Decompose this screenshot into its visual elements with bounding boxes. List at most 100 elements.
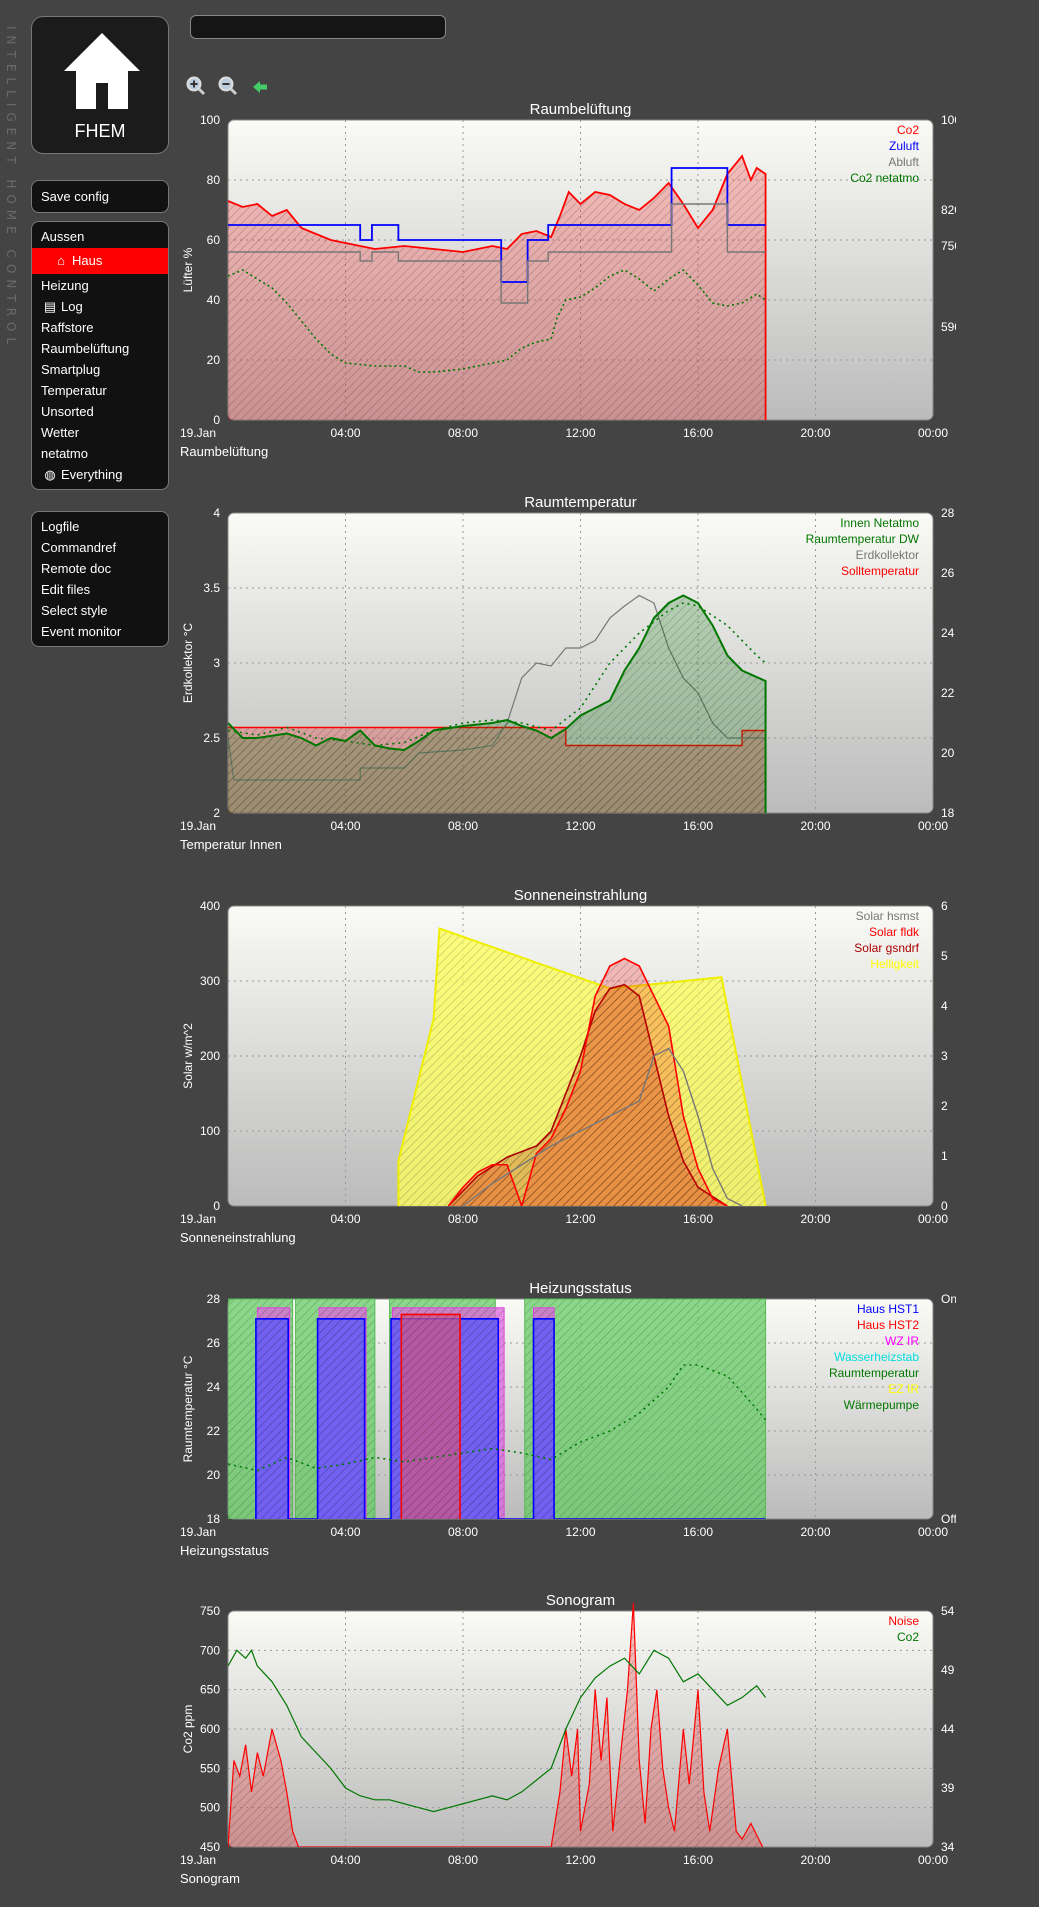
y-tick-label: 28 (207, 1292, 221, 1306)
legend-item[interactable]: Solltemperatur (841, 564, 919, 578)
x-tick-label: 04:00 (330, 1212, 360, 1226)
chart-caption-link[interactable]: Sonneneinstrahlung (180, 1230, 296, 1245)
legend-item[interactable]: WZ IR (885, 1334, 919, 1348)
zoom-toolbar (186, 76, 277, 98)
room-label: Raumbelüftung (41, 341, 130, 356)
room-item-netatmo[interactable]: netatmo (32, 443, 168, 464)
legend-item[interactable]: Helligkeit (870, 957, 919, 971)
y-tick-label: 3.5 (203, 581, 220, 595)
room-label: Heizung (41, 278, 89, 293)
chart-caption-link[interactable]: Sonogram (180, 1871, 240, 1886)
room-item-smartplug[interactable]: Smartplug (32, 359, 168, 380)
y2-tick-label: 750#1 (941, 239, 956, 253)
y2-tick-label: 1 (941, 1149, 948, 1163)
legend-item[interactable]: Haus HST2 (857, 1318, 919, 1332)
y-tick-label: 100 (200, 113, 220, 127)
x-tick-label: 04:00 (330, 1853, 360, 1867)
legend-item[interactable]: Zuluft (889, 139, 920, 153)
chart-caption-link[interactable]: Heizungsstatus (180, 1543, 269, 1558)
legend-item[interactable]: Abluft (888, 155, 919, 169)
y-tick-label: 300 (200, 974, 220, 988)
chart-title: Raumtemperatur (524, 494, 637, 511)
tool-item-select-style[interactable]: Select style (32, 600, 168, 621)
x-tick-label: 00:00 (918, 1212, 948, 1226)
room-item-raffstore[interactable]: Raffstore (32, 317, 168, 338)
tools-menu: Logfile Commandref Remote doc Edit files Sel… (31, 511, 169, 647)
room-label: Unsorted (41, 404, 94, 419)
tool-item-edit-files[interactable]: Edit files (32, 579, 168, 600)
y-tick-label: 2.5 (203, 731, 220, 745)
room-item-raumbel-ftung[interactable]: Raumbelüftung (32, 338, 168, 359)
y2-tick-label: 49 (941, 1663, 955, 1677)
room-item-heizung[interactable]: Heizung (32, 275, 168, 296)
x-tick-label: 19.Jan (180, 1525, 216, 1539)
search-input[interactable] (190, 15, 446, 39)
y2-tick-label: 590#0 (941, 320, 956, 334)
legend-item[interactable]: Raumtemperatur DW (806, 532, 920, 546)
arrow-left-icon[interactable] (251, 78, 269, 101)
chart-caption-link[interactable]: Raumbelüftung (180, 444, 268, 459)
room-item-haus[interactable]: ⌂ Haus (32, 248, 168, 274)
x-tick-label: 20:00 (800, 426, 830, 440)
save-config-button[interactable]: Save config (32, 185, 168, 208)
x-tick-label: 20:00 (800, 1853, 830, 1867)
legend-item[interactable]: Co2 (897, 123, 919, 137)
x-tick-label: 08:00 (448, 426, 478, 440)
y2-tick-label: 34 (941, 1840, 955, 1854)
room-item-wetter[interactable]: Wetter (32, 422, 168, 443)
room-label: Smartplug (41, 362, 101, 377)
room-label: Everything (61, 467, 123, 482)
zoom-out-icon[interactable] (218, 76, 238, 101)
logo-text: FHEM (74, 121, 126, 141)
chart-svg: Heizungsstatus 18 20 22 24 26 28 Off On Raumtempe… (180, 1280, 956, 1558)
house-icon (64, 33, 140, 109)
y-tick-label: 600 (200, 1722, 220, 1736)
room-label: Haus (72, 253, 103, 268)
chart-svg: Sonogram 450 500 550 600 650 700 750 34 39 44 49 54 C… (180, 1592, 955, 1886)
zoom-in-icon[interactable] (186, 76, 206, 101)
legend-item[interactable]: Raumtemperatur (829, 1366, 919, 1380)
x-tick-label: 20:00 (800, 1525, 830, 1539)
legend-item[interactable]: EZ IR (888, 1382, 919, 1396)
legend-item[interactable]: Wärmepumpe (844, 1398, 920, 1412)
legend-item[interactable]: Solar gsndrf (854, 941, 919, 955)
x-tick-label: 20:00 (800, 1212, 830, 1226)
legend-item[interactable]: Erdkollektor (856, 548, 919, 562)
chart-raumtemperatur: Raumtemperatur 2 2.5 3 3.5 4 18 20 22 24 26 28 Erdko… (178, 493, 956, 873)
chart-svg: Sonneneinstrahlung 0 100 200 300 400 0 1 2 3 4 5 6 So… (180, 887, 948, 1245)
tool-item-logfile[interactable]: Logfile (32, 516, 168, 537)
legend-item[interactable]: Solar fldk (869, 925, 920, 939)
chart-title: Raumbelüftung (530, 101, 632, 118)
tool-item-commandref[interactable]: Commandref (32, 537, 168, 558)
legend-item[interactable]: Solar hsmst (856, 909, 920, 923)
y-tick-label: 20 (207, 1468, 221, 1482)
y2-tick-label: 1000#3 (941, 113, 956, 127)
y2-tick-label: 44 (941, 1722, 955, 1736)
chart-title: Sonneneinstrahlung (514, 887, 647, 904)
room-label: Wetter (41, 425, 80, 440)
y2-tick-label: 24 (941, 626, 955, 640)
series-hatch-haus-hst2 (401, 1314, 461, 1519)
x-tick-label: 00:00 (918, 819, 948, 833)
room-item-unsorted[interactable]: Unsorted (32, 401, 168, 422)
legend-item[interactable]: Noise (888, 1614, 919, 1628)
legend-item[interactable]: Co2 netatmo (850, 171, 919, 185)
x-tick-label: 19.Jan (180, 1212, 216, 1226)
legend-item[interactable]: Haus HST1 (857, 1302, 919, 1316)
legend-item[interactable]: Innen Netatmo (840, 516, 919, 530)
room-item-everything[interactable]: ◍ Everything (32, 464, 168, 485)
x-tick-label: 20:00 (800, 819, 830, 833)
chart-caption-link[interactable]: Temperatur Innen (180, 837, 282, 852)
y-tick-label: 80 (207, 173, 221, 187)
legend-item[interactable]: Co2 (897, 1630, 919, 1644)
fhem-logo[interactable]: FHEM (31, 16, 169, 154)
x-tick-label: 04:00 (330, 426, 360, 440)
room-item-temperatur[interactable]: Temperatur (32, 380, 168, 401)
room-item-log[interactable]: ▤ Log (32, 296, 168, 317)
tool-item-remote-doc[interactable]: Remote doc (32, 558, 168, 579)
tool-item-event-monitor[interactable]: Event monitor (32, 621, 168, 642)
y2-tick-label: 39 (941, 1781, 955, 1795)
legend-item[interactable]: Wasserheizstab (834, 1350, 919, 1364)
room-item-aussen[interactable]: Aussen (32, 226, 168, 247)
y-tick-label: 750 (200, 1604, 220, 1618)
